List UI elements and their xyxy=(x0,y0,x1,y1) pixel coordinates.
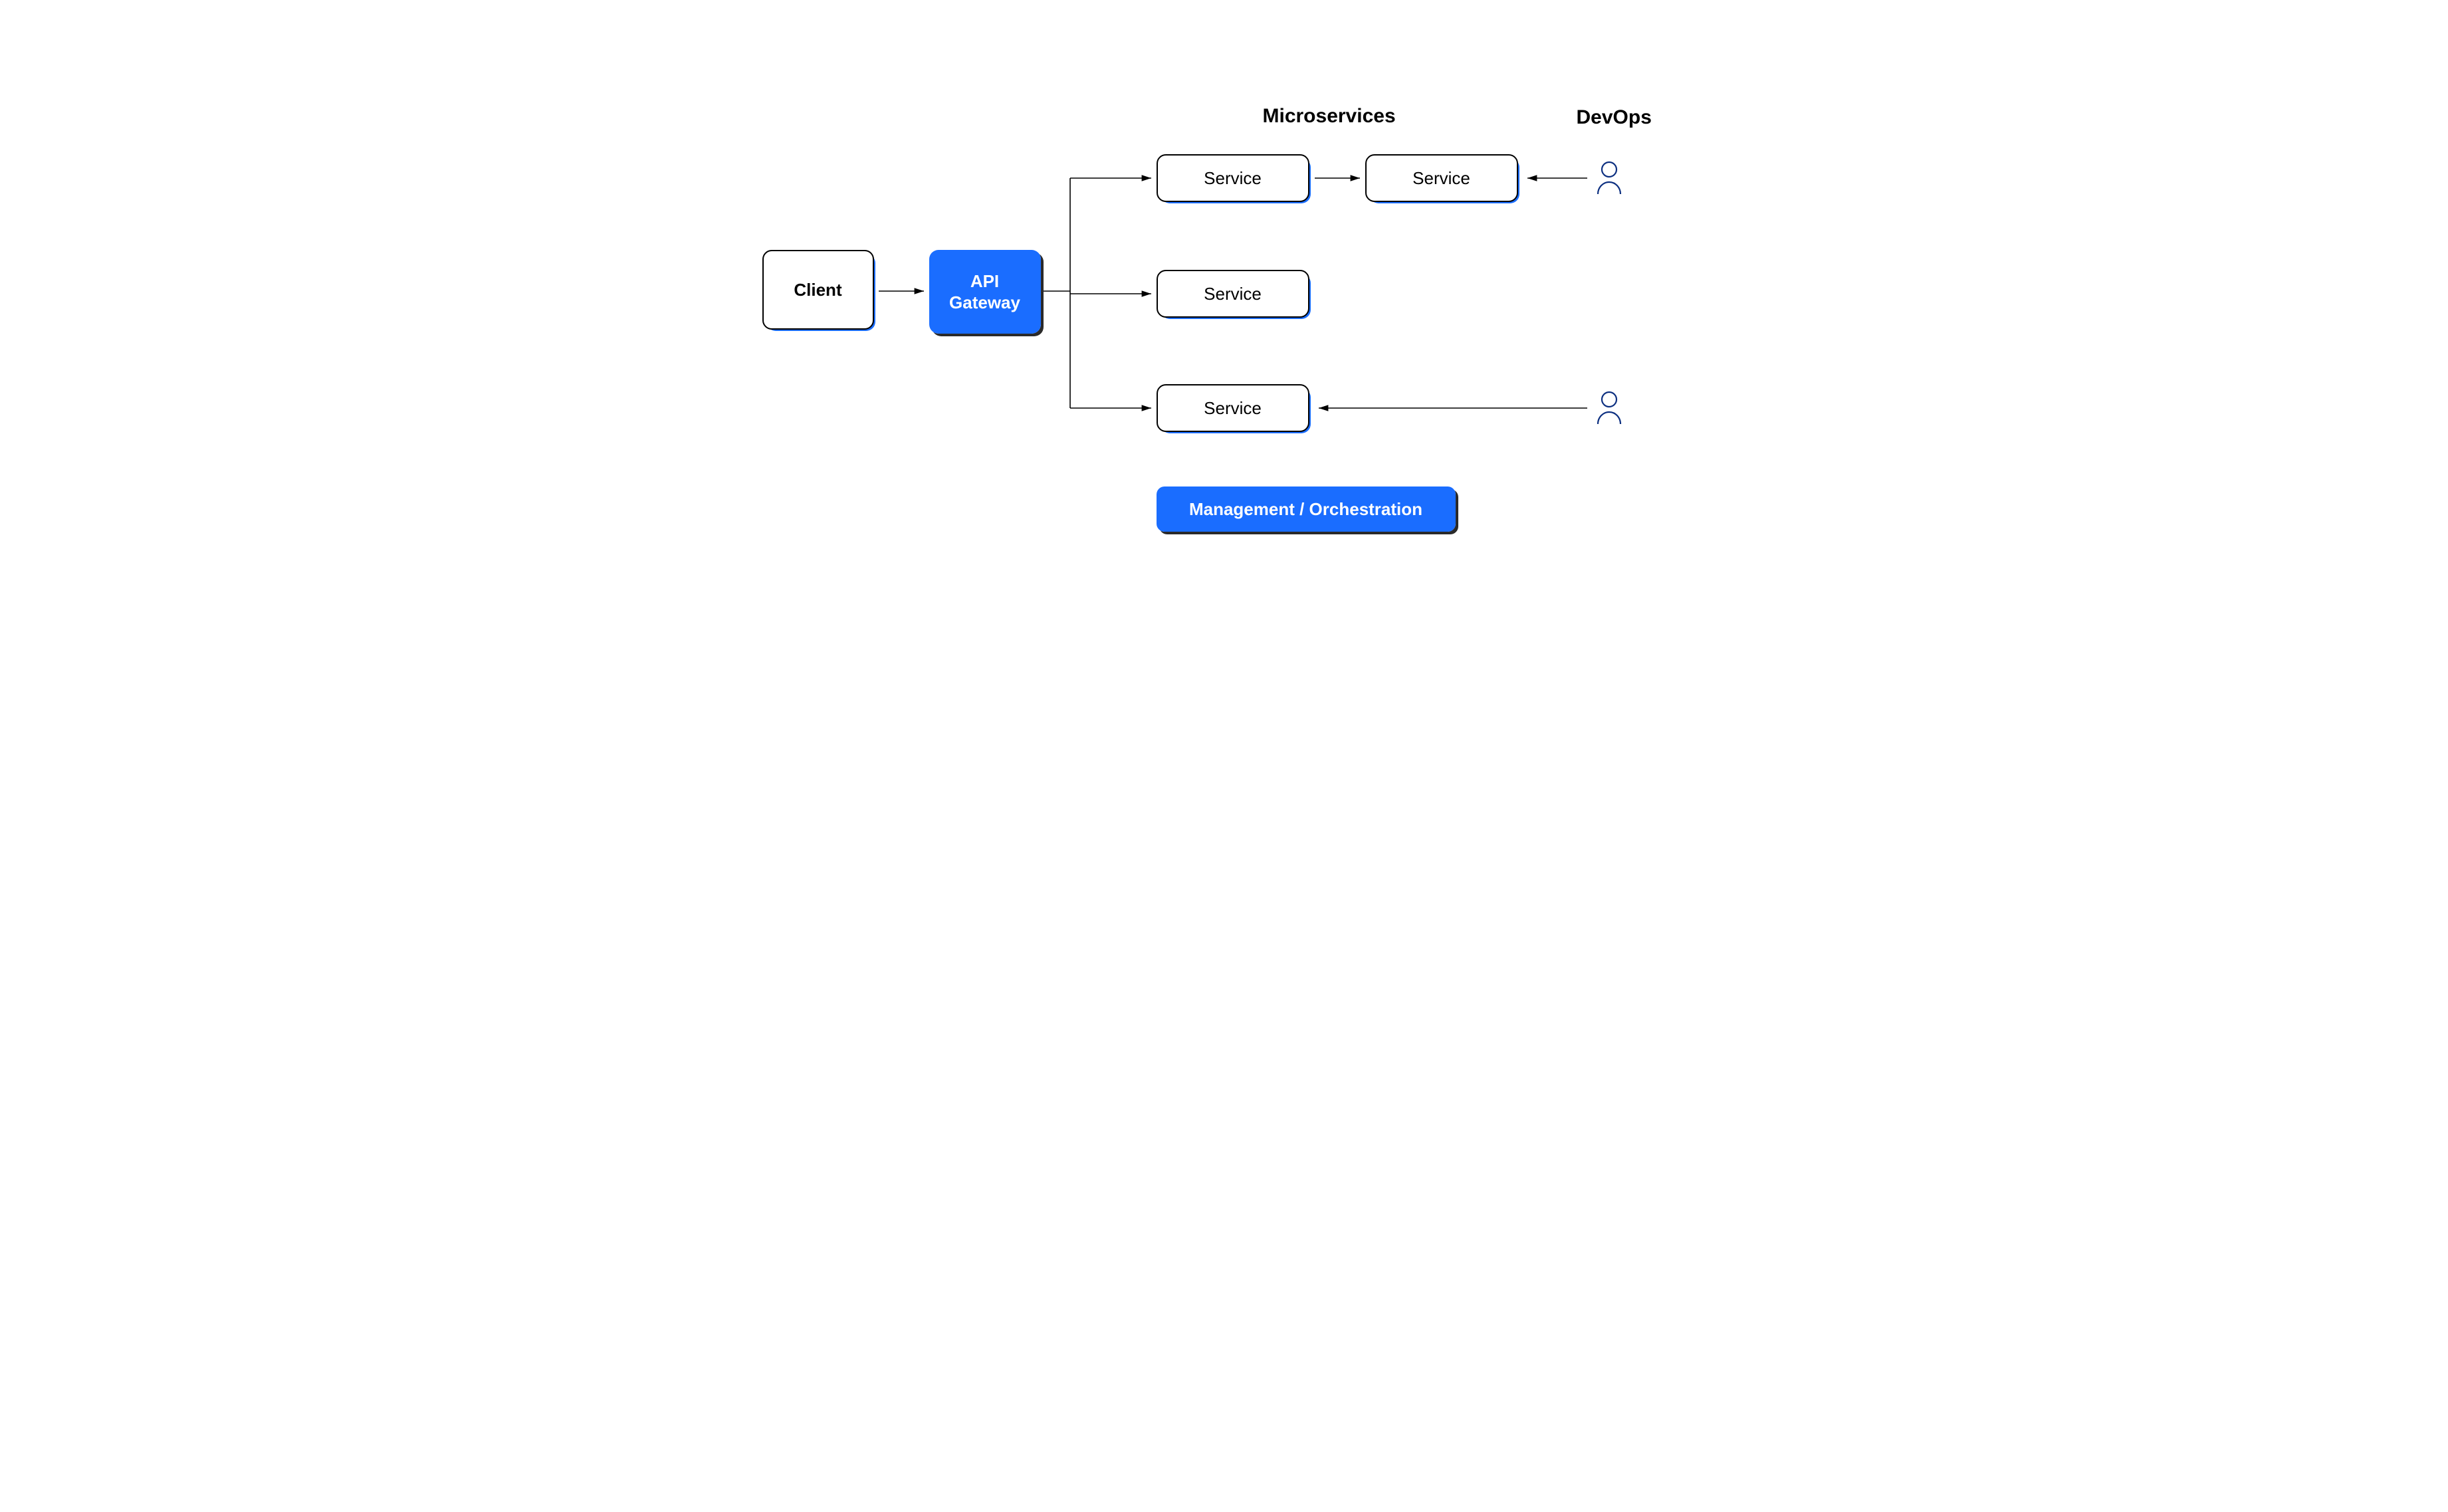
microservices-heading: Microservices xyxy=(1263,105,1396,128)
service-label-3: Service xyxy=(1204,283,1262,305)
devops-heading: DevOps xyxy=(1577,106,1652,129)
orchestration-label: Management / Orchestration xyxy=(1189,499,1422,520)
service-box-3: Service xyxy=(1157,270,1309,318)
connectors xyxy=(739,27,1710,625)
service-label-4: Service xyxy=(1204,397,1262,419)
orchestration-bar: Management / Orchestration xyxy=(1157,486,1456,532)
service-box-1: Service xyxy=(1157,154,1309,202)
service-box-2: Service xyxy=(1365,154,1518,202)
person-icon xyxy=(1595,391,1623,425)
client-label: Client xyxy=(794,279,841,301)
service-label-2: Service xyxy=(1412,167,1470,189)
architecture-diagram: Microservices DevOps Client API Gateway … xyxy=(739,27,1710,625)
api-gateway-box: API Gateway xyxy=(929,250,1041,334)
client-box: Client xyxy=(762,250,874,330)
person-icon xyxy=(1595,161,1623,195)
service-box-4: Service xyxy=(1157,384,1309,432)
service-label-1: Service xyxy=(1204,167,1262,189)
api-gateway-label: API Gateway xyxy=(949,270,1020,314)
